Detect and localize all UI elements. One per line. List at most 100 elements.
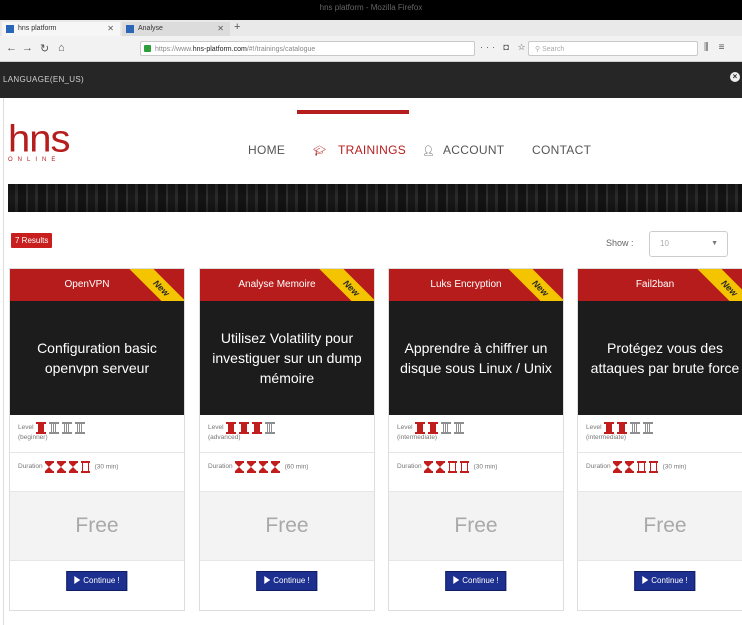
back-icon[interactable]: ← [6, 42, 17, 54]
forward-icon[interactable]: → [22, 42, 33, 54]
level-value: (beginner) [18, 434, 48, 441]
level-icons [35, 422, 88, 434]
nav-account[interactable]: 👤︎ ACCOUNT [422, 143, 504, 157]
page-size-select[interactable]: 10 ▼ [649, 231, 728, 257]
continue-button[interactable]: Continue ! [634, 571, 696, 591]
card-description[interactable]: Configuration basic openvpn serveur [10, 301, 184, 415]
card-title: Luks Encryption [430, 279, 502, 290]
menu-icon[interactable]: ≡ [719, 42, 735, 53]
new-tab-icon[interactable]: + [234, 21, 240, 33]
card-duration: Duration (30 min) [10, 453, 184, 492]
url-path: /#!/trainings/catalogue [246, 46, 316, 53]
level-empty-icon [264, 422, 275, 434]
continue-button[interactable]: Continue ! [445, 571, 507, 591]
play-icon [642, 576, 649, 584]
duration-icons [423, 461, 472, 473]
close-icon[interactable]: × [730, 72, 740, 82]
user-icon: 👤︎ [422, 146, 435, 157]
duration-icons [612, 461, 661, 473]
continue-label: Continue ! [273, 576, 310, 585]
card-description[interactable]: Utilisez Volatility pour investiguer sur… [200, 301, 374, 415]
level-label: Level [208, 424, 224, 431]
continue-label: Continue ! [462, 576, 499, 585]
nav-home-label: HOME [248, 143, 286, 157]
window-titlebar: hns platform - Mozilla Firefox [0, 0, 742, 20]
card-description-text: Utilisez Volatility pour investiguer sur… [212, 330, 362, 386]
page-actions-icon[interactable]: ··· [480, 42, 498, 52]
nav-contact-label: CONTACT [532, 143, 592, 157]
level-value: (intermediate) [397, 434, 438, 441]
library-icon[interactable]: ⫼ [704, 42, 719, 53]
active-nav-indicator [297, 110, 409, 114]
results-badge: 7 Results [11, 233, 53, 248]
continue-button[interactable]: Continue ! [66, 571, 128, 591]
hero-banner [8, 184, 742, 212]
level-label: Level [586, 424, 602, 431]
card-price: Free [578, 492, 742, 561]
window-title: hns platform - Mozilla Firefox [319, 3, 423, 12]
lock-icon [144, 45, 151, 52]
browser-toolbar: ← → ↻ ⌂ https://www.hns-platform.com/#!/… [0, 36, 742, 62]
url-bar[interactable]: https://www.hns-platform.com/#!/training… [140, 41, 475, 56]
continue-button[interactable]: Continue ! [256, 571, 318, 591]
nav-home[interactable]: HOME [248, 143, 285, 157]
browser-tab-active[interactable]: hns platform ✕ [2, 22, 120, 36]
search-input[interactable]: ⚲ Search [528, 41, 698, 56]
pocket-icon[interactable]: ◘ [504, 42, 512, 52]
logo-text: hns [8, 118, 70, 160]
home-icon[interactable]: ⌂ [58, 42, 65, 54]
close-tab-icon[interactable]: ✕ [217, 22, 224, 36]
card-title: Fail2ban [635, 279, 675, 290]
reload-icon[interactable]: ↻ [40, 42, 49, 55]
level-icons [225, 422, 278, 434]
hourglass-filled-icon [234, 461, 244, 473]
card-price: Free [389, 492, 563, 561]
hourglass-empty-icon [459, 461, 469, 473]
chevron-down-icon: ▼ [711, 240, 718, 247]
card-description[interactable]: Protégez vous des attaques par brute for… [578, 301, 742, 415]
nav-contact[interactable]: CONTACT [532, 143, 591, 157]
duration-label: Duration [397, 463, 422, 470]
card-description[interactable]: Apprendre à chiffrer un disque sous Linu… [389, 301, 563, 415]
url-host: hns-platform.com [192, 46, 247, 53]
level-filled-icon [238, 422, 249, 434]
bookmark-star-icon[interactable]: ☆ [517, 42, 528, 52]
nav-trainings-label: TRAININGS [338, 143, 407, 157]
duration-value: (60 min) [284, 463, 309, 471]
browser-tab[interactable]: Analyse ✕ [122, 22, 230, 36]
language-selector[interactable]: LANGUAGE(EN_US) [3, 75, 84, 84]
graduation-cap-icon: 🎓︎ [313, 146, 326, 157]
page-border [0, 98, 4, 625]
card-title: OpenVPN [64, 279, 110, 290]
card-price: Free [10, 492, 184, 561]
level-empty-icon [642, 422, 653, 434]
level-empty-icon [61, 422, 72, 434]
duration-label: Duration [586, 463, 611, 470]
nav-trainings[interactable]: 🎓︎ TRAININGS [313, 143, 406, 157]
card-description-text: Apprendre à chiffrer un disque sous Linu… [400, 340, 552, 376]
hourglass-filled-icon [612, 461, 622, 473]
hourglass-filled-icon [270, 461, 280, 473]
card-duration: Duration (60 min) [200, 453, 374, 492]
browser-right-buttons: ⫼≡ [704, 42, 734, 53]
duration-value: (30 min) [473, 463, 498, 471]
level-filled-icon [251, 422, 262, 434]
hourglass-empty-icon [80, 461, 90, 473]
search-placeholder: Search [542, 46, 565, 53]
level-value: (intermediate) [586, 434, 627, 441]
card-duration: Duration (30 min) [389, 453, 563, 492]
page-size-value: 10 [660, 239, 669, 248]
level-empty-icon [48, 422, 59, 434]
close-tab-icon[interactable]: ✕ [107, 22, 114, 36]
level-empty-icon [440, 422, 451, 434]
duration-label: Duration [18, 463, 43, 470]
hourglass-filled-icon [68, 461, 78, 473]
training-card: Fail2ban New Protégez vous des attaques pa… [577, 268, 742, 611]
level-filled-icon [603, 422, 614, 434]
card-level: Level (beginner) [10, 415, 184, 453]
hourglass-empty-icon [636, 461, 646, 473]
site-logo[interactable]: hns ONLINE [8, 119, 70, 163]
level-label: Level [18, 424, 34, 431]
card-title: Analyse Memoire [238, 279, 316, 290]
level-filled-icon [427, 422, 438, 434]
